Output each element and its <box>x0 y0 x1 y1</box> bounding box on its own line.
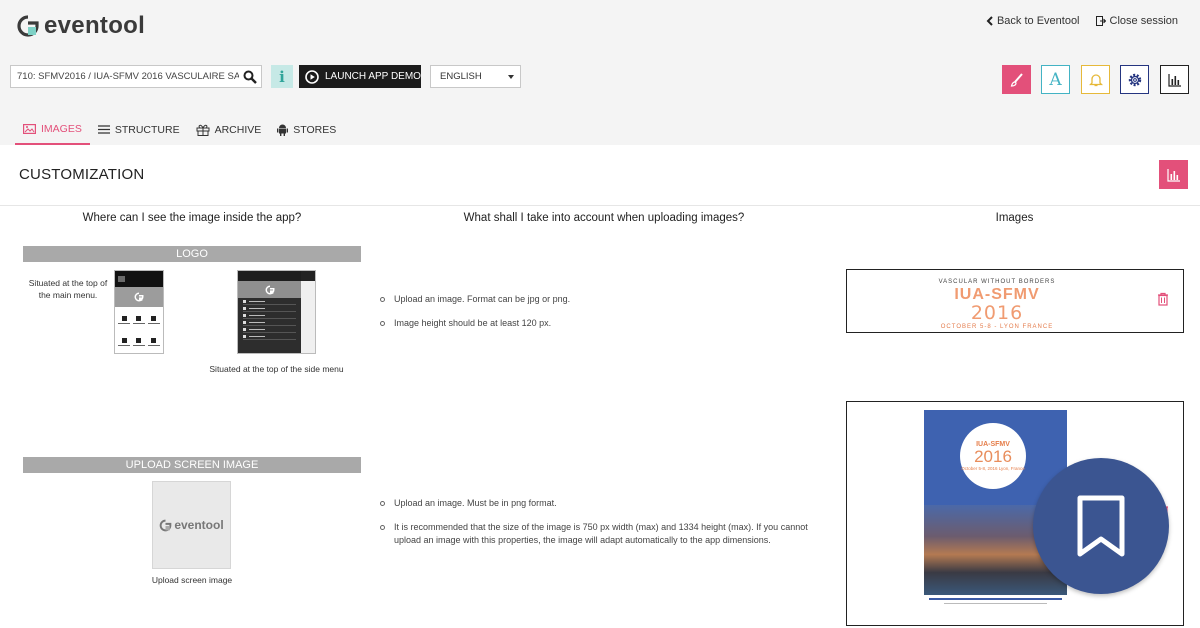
bar-chart-icon <box>1166 168 1180 182</box>
side-menu-preview <box>237 270 316 354</box>
demo-label: LAUNCH APP DEMO <box>325 71 421 82</box>
hamburger-icon <box>115 271 163 287</box>
language-value: ENGLISH <box>440 71 482 82</box>
logo-image: VASCULAR WITHOUT BORDERS IUA-SFMV 2016 O… <box>932 279 1062 330</box>
font-icon: A <box>1049 69 1062 90</box>
page-title: CUSTOMIZATION <box>19 166 145 183</box>
event-value: 710: SFMV2016 / IUA-SFMV 2016 VASCULAIRE… <box>17 71 239 82</box>
menu-cell <box>117 309 132 331</box>
bell-icon <box>1088 74 1103 87</box>
chevron-left-icon <box>986 16 993 26</box>
statistics-tool-button[interactable] <box>1160 65 1189 94</box>
poster-emblem: IUA-SFMV 2016 October 5-8, 2016 Lyon, Fr… <box>960 423 1026 489</box>
menu-cell <box>146 331 161 353</box>
side-menu <box>238 271 301 353</box>
back-to-eventool-link[interactable]: Back to Eventool <box>986 15 1080 27</box>
trash-icon <box>1158 292 1168 306</box>
image-icon <box>23 123 36 134</box>
column-header-images: Images <box>995 212 1034 224</box>
logo-image-preview: VASCULAR WITHOUT BORDERS IUA-SFMV 2016 O… <box>846 269 1184 333</box>
info-button[interactable]: i <box>271 65 293 88</box>
settings-tool-button[interactable] <box>1120 65 1149 94</box>
brand-logo[interactable]: eventool <box>16 12 145 40</box>
tab-stores-label: STORES <box>293 123 337 136</box>
menu-lines-icon <box>97 125 110 134</box>
banner-date: OCTOBER 5-8 - LYON FRANCE <box>940 324 1054 330</box>
logo-placeholder-icon <box>238 281 301 298</box>
notifications-tool-button[interactable] <box>1081 65 1110 94</box>
section-divider <box>0 205 1200 206</box>
play-icon <box>305 69 319 84</box>
side-menu-row <box>243 320 296 326</box>
column-header-what: What shall I take into account when uplo… <box>463 212 745 224</box>
menu-cell <box>117 331 132 353</box>
column-header-where: Where can I see the image inside the app… <box>82 212 302 224</box>
upload-instruction-item: Upload an image. Must be in png format. <box>380 497 820 510</box>
header: eventool Back to Eventool Close session … <box>0 0 1200 145</box>
side-menu-row <box>243 299 296 305</box>
logo-note-main-menu: Situated at the top of the main menu. <box>28 278 108 300</box>
tab-images[interactable]: IMAGES <box>15 114 90 145</box>
banner-year: 2016 <box>970 302 1024 324</box>
poster-year: 2016 <box>974 447 1012 466</box>
main-tabs: IMAGES STRUCTURE ARCHIVE STORES <box>15 114 344 145</box>
brush-tool-button[interactable] <box>1002 65 1031 94</box>
side-menu-row <box>243 327 296 333</box>
poster-footer <box>924 595 1067 615</box>
logo-note-side-menu: Situated at the top of the side menu <box>209 364 344 374</box>
logo-placeholder-icon <box>115 287 163 307</box>
eventool-logo-icon <box>17 15 39 37</box>
upload-screen-section-bar: UPLOAD SCREEN IMAGE <box>23 457 361 473</box>
tab-structure-label: STRUCTURE <box>114 123 180 136</box>
menu-cell <box>132 309 147 331</box>
upload-screen-preview: eventool <box>152 481 231 569</box>
side-menu-row <box>243 306 296 312</box>
logout-icon <box>1095 16 1106 26</box>
android-icon <box>277 124 289 136</box>
close-session-link[interactable]: Close session <box>1095 15 1178 27</box>
gift-icon <box>196 124 210 136</box>
bookmark-icon <box>1077 495 1125 557</box>
tab-stores[interactable]: STORES <box>269 114 344 145</box>
menu-cell <box>146 309 161 331</box>
caret-down-icon <box>508 74 514 79</box>
search-icon[interactable] <box>239 70 261 84</box>
delete-logo-button[interactable] <box>1157 292 1169 306</box>
brand-name: eventool <box>44 12 146 39</box>
tab-archive-label: ARCHIVE <box>214 123 262 136</box>
eventool-logo-icon <box>160 519 172 531</box>
side-menu-row <box>243 313 296 319</box>
banner-title: IUA-SFMV 2016 <box>932 285 1062 324</box>
launch-app-demo-button[interactable]: LAUNCH APP DEMO <box>299 65 421 88</box>
upload-screen-caption: Upload screen image <box>151 575 233 585</box>
section-statistics-button[interactable] <box>1159 160 1188 189</box>
upload-instructions: Upload an image. Must be in png format. … <box>380 497 820 558</box>
poster-date: October 5-8, 2016 Lyon, France <box>961 466 1025 471</box>
logo-instruction-item: Upload an image. Format can be jpg or pn… <box>380 293 820 306</box>
brush-icon <box>1010 72 1023 87</box>
close-label: Close session <box>1109 15 1178 27</box>
upload-instruction-item: It is recommended that the size of the i… <box>380 521 820 547</box>
tab-archive[interactable]: ARCHIVE <box>188 114 270 145</box>
gear-icon <box>1128 73 1141 86</box>
menu-grid <box>115 307 163 355</box>
preview-brand-name: eventool <box>174 518 224 532</box>
bookmark-button[interactable] <box>1033 458 1169 594</box>
banner-title-text: IUA-SFMV <box>954 286 1040 303</box>
tab-structure[interactable]: STRUCTURE <box>90 114 188 145</box>
back-label: Back to Eventool <box>996 15 1080 27</box>
main-menu-preview <box>114 270 164 354</box>
menu-cell <box>132 331 147 353</box>
side-menu-row <box>243 334 296 340</box>
logo-instruction-item: Image height should be at least 120 px. <box>380 317 820 330</box>
event-search-input[interactable]: 710: SFMV2016 / IUA-SFMV 2016 VASCULAIRE… <box>10 65 262 88</box>
logo-section-bar: LOGO <box>23 246 361 262</box>
logo-instructions: Upload an image. Format can be jpg or pn… <box>380 293 820 341</box>
top-links: Back to Eventool Close session <box>986 15 1178 27</box>
preview-brand-logo: eventool <box>159 518 224 532</box>
tab-images-label: IMAGES <box>41 122 82 135</box>
bar-chart-icon <box>1167 73 1181 87</box>
font-tool-button[interactable]: A <box>1041 65 1070 94</box>
language-select[interactable]: ENGLISH <box>430 65 521 88</box>
